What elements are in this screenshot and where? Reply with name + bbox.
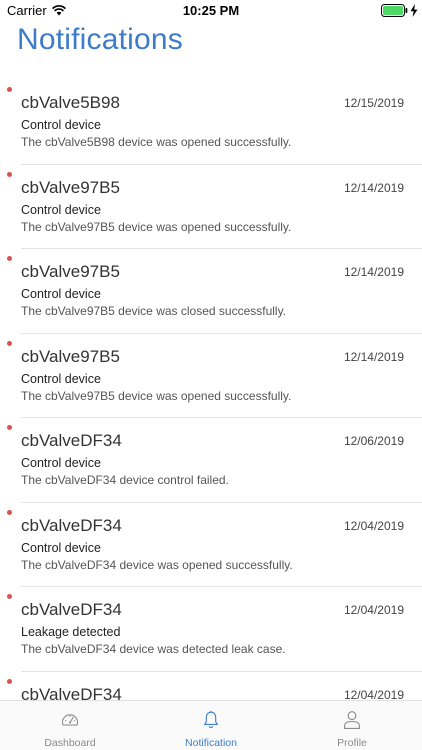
user-icon — [344, 711, 360, 729]
tab-bar: Dashboard Notification Profile — [0, 700, 422, 750]
unread-dot — [7, 256, 12, 261]
notification-date: 12/15/2019 — [343, 96, 404, 110]
unread-dot — [7, 171, 12, 177]
notification-type: Control device — [21, 202, 101, 217]
notification-device: cbValve97B5 — [21, 177, 120, 197]
notification-message: The cbValveDF34 device was opened succes… — [21, 557, 293, 572]
notification-date: 12/14/2019 — [343, 180, 404, 195]
notification-type: Control device — [21, 456, 101, 470]
battery-icon — [381, 4, 408, 17]
notification-item[interactable]: cbValve97B5 12/14/2019 Control device Th… — [0, 334, 422, 418]
tab-dashboard[interactable]: Dashboard — [0, 701, 140, 750]
notification-device: cbValve5B98 — [21, 93, 120, 112]
tab-notification[interactable]: Notification — [141, 701, 281, 750]
notification-device: cbValveDF34 — [21, 600, 122, 619]
tab-profile[interactable]: Profile — [282, 701, 422, 750]
notification-date: 12/14/2019 — [343, 265, 404, 279]
notification-type: Control device — [21, 540, 101, 555]
unread-dot — [7, 678, 12, 684]
notification-message: The cbValve97B5 device was opened succes… — [21, 219, 292, 234]
notification-message: The cbValve5B98 device was opened succes… — [21, 135, 292, 149]
notification-item[interactable]: cbValve5B98 12/15/2019 Control device Th… — [0, 80, 422, 165]
notification-device: cbValve97B5 — [21, 262, 120, 281]
notification-type: Control device — [21, 371, 101, 386]
notification-message: The cbValve97B5 device was opened succes… — [21, 388, 292, 403]
unread-dot — [7, 594, 12, 599]
notification-date: 12/14/2019 — [343, 349, 404, 364]
notification-message: The cbValveDF34 device control failed. — [21, 473, 229, 487]
notification-date: 12/04/2019 — [343, 603, 404, 617]
notification-item[interactable]: cbValveDF34 12/04/2019 Control device Th… — [0, 503, 422, 587]
notification-item[interactable]: cbValveDF34 12/04/2019 Leakage detected … — [0, 587, 422, 672]
notification-device: cbValveDF34 — [21, 431, 122, 450]
tab-label: Notification — [185, 737, 237, 749]
unread-dot — [7, 509, 12, 515]
notification-type: Leakage detected — [21, 625, 121, 639]
notification-date: 12/04/2019 — [343, 518, 404, 533]
notification-message: The cbValve97B5 device was closed succes… — [21, 304, 287, 318]
status-bar: Carrier 10:25 PM — [0, 0, 422, 22]
notification-device: cbValveDF34 — [21, 515, 122, 535]
gauge-icon — [61, 714, 79, 726]
unread-dot — [7, 340, 12, 346]
notification-type: Control device — [21, 118, 101, 132]
notification-item[interactable]: cbValve97B5 12/14/2019 Control device Th… — [0, 165, 422, 249]
notification-message: The cbValveDF34 device was detected leak… — [21, 642, 286, 656]
charging-bolt-icon — [410, 4, 418, 17]
notification-date: 12/06/2019 — [343, 434, 404, 448]
tab-label: Dashboard — [44, 737, 96, 749]
notification-item[interactable]: cbValveDF34 12/04/2019 — [0, 672, 422, 701]
notification-date: 12/04/2019 — [343, 687, 404, 701]
notification-item[interactable]: cbValve97B5 12/14/2019 Control device Th… — [0, 249, 422, 334]
clock: 10:25 PM — [182, 3, 240, 18]
notification-item[interactable]: cbValveDF34 12/06/2019 Control device Th… — [0, 418, 422, 503]
bell-icon — [204, 710, 218, 728]
notification-list[interactable]: cbValve5B98 12/15/2019 Control device Th… — [0, 80, 422, 700]
notification-device: cbValveDF34 — [21, 684, 122, 701]
unread-dot — [7, 425, 12, 430]
page-title: Notifications — [17, 23, 184, 56]
tab-label: Profile — [337, 737, 367, 749]
notification-type: Control device — [21, 287, 101, 301]
notification-device: cbValve97B5 — [21, 346, 120, 366]
unread-dot — [7, 87, 12, 92]
